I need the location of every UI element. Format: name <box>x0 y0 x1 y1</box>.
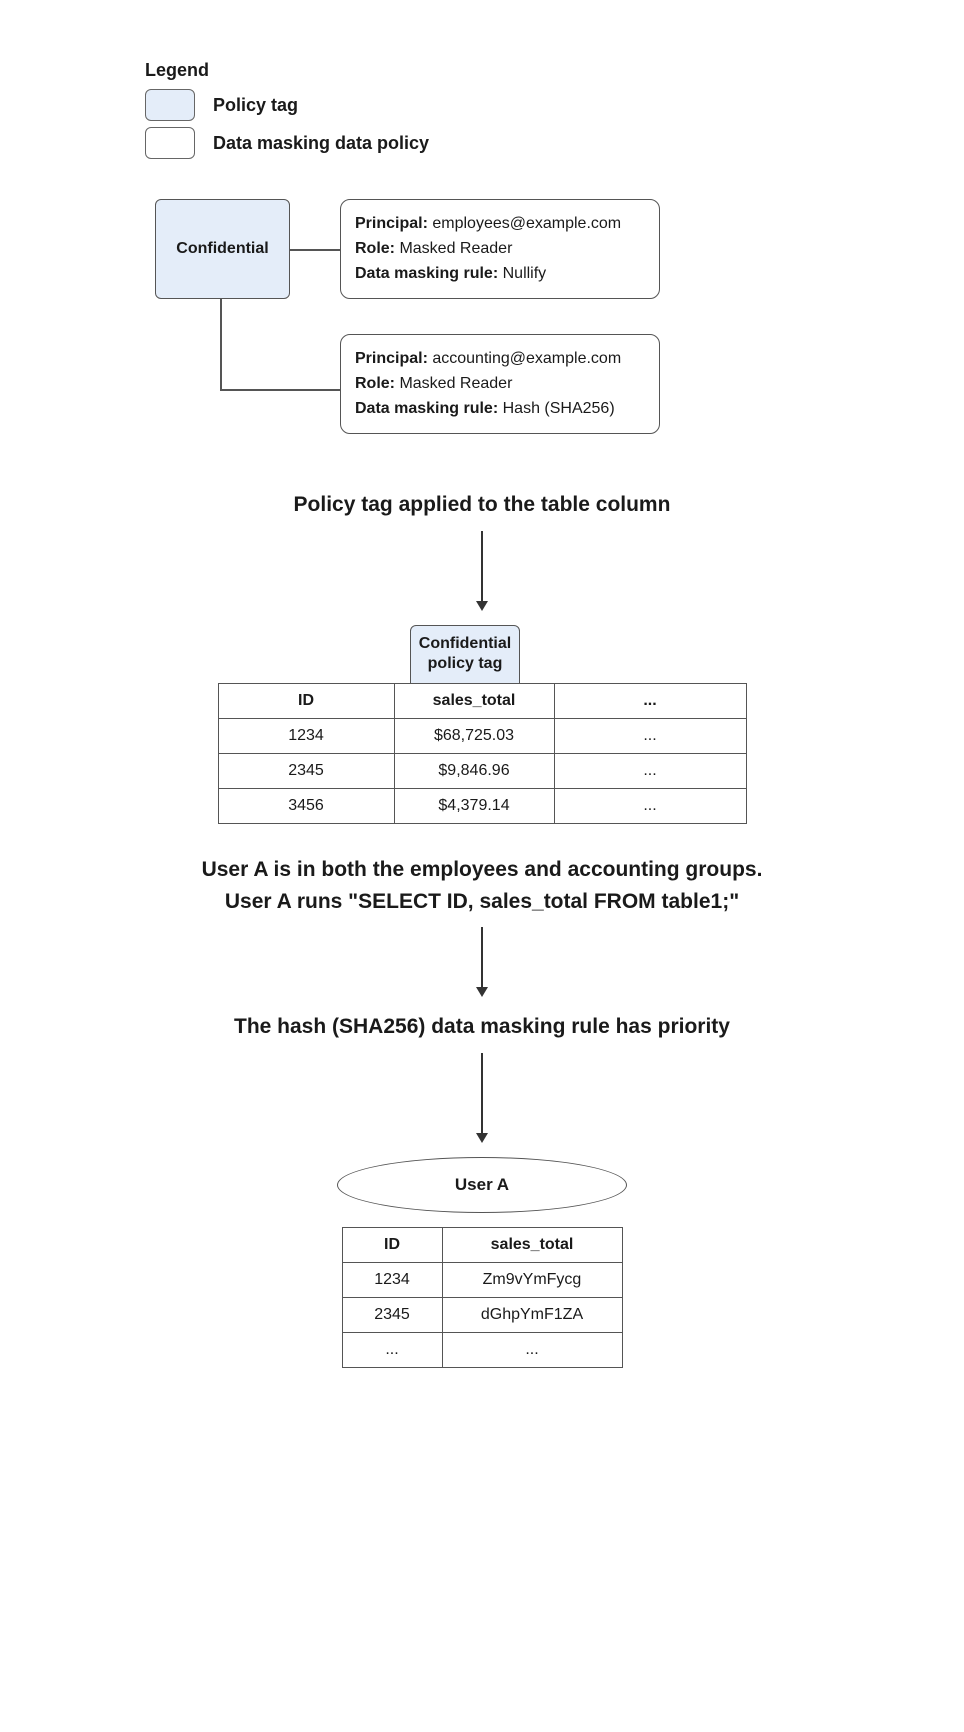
column-header: sales_total <box>442 1227 622 1262</box>
legend-label-policy-tag: Policy tag <box>213 95 298 116</box>
role-label: Role: <box>355 375 395 392</box>
rule-label: Data masking rule: <box>355 400 498 417</box>
principal-label: Principal: <box>355 215 428 232</box>
arrow-shaft-icon <box>481 927 483 987</box>
table-cell: 2345 <box>342 1297 442 1332</box>
arrow-shaft-icon <box>481 1053 483 1133</box>
table-cell: $4,379.14 <box>394 789 554 824</box>
role-label: Role: <box>355 240 395 257</box>
tag-line1: Confidential <box>419 635 511 652</box>
table-cell: dGhpYmF1ZA <box>442 1297 622 1332</box>
table-row: 3456 $4,379.14 ... <box>218 789 746 824</box>
tag-line2: policy tag <box>428 655 503 672</box>
table-header-row: ID sales_total <box>342 1227 622 1262</box>
table-row: 1234 Zm9vYmFycg <box>342 1262 622 1297</box>
original-table-wrap: ID sales_total ... 1234 $68,725.03 ... 2… <box>0 683 964 824</box>
table-cell: ... <box>554 754 746 789</box>
legend-swatch-white <box>145 127 195 159</box>
result-table-wrap: ID sales_total 1234 Zm9vYmFycg 2345 dGhp… <box>0 1227 964 1368</box>
principal-value: accounting@example.com <box>432 350 621 367</box>
arrow-head-icon <box>476 987 488 997</box>
legend-title: Legend <box>145 60 964 81</box>
connector-line <box>220 299 222 389</box>
table-row: 2345 dGhpYmF1ZA <box>342 1297 622 1332</box>
arrow-head-icon <box>476 601 488 611</box>
principal-value: employees@example.com <box>432 215 621 232</box>
original-table: ID sales_total ... 1234 $68,725.03 ... 2… <box>218 683 747 824</box>
user-a-oval: User A <box>337 1157 627 1213</box>
data-policy-accounting: Principal: accounting@example.com Role: … <box>340 334 660 434</box>
heading-user-line1: User A is in both the employees and acco… <box>202 858 763 881</box>
role-value: Masked Reader <box>399 240 512 257</box>
column-confidential-tag: Confidential policy tag <box>410 625 520 685</box>
legend-swatch-blue <box>145 89 195 121</box>
table-cell: ... <box>554 789 746 824</box>
diagram-container: Legend Policy tag Data masking data poli… <box>0 60 964 1368</box>
table-cell: 1234 <box>218 719 394 754</box>
table-row: 1234 $68,725.03 ... <box>218 719 746 754</box>
rule-value: Hash (SHA256) <box>503 400 615 417</box>
arrow-down <box>0 927 964 997</box>
arrow-down <box>0 1053 964 1143</box>
arrow-head-icon <box>476 1133 488 1143</box>
table-cell: Zm9vYmFycg <box>442 1262 622 1297</box>
legend-row-masking-policy: Data masking data policy <box>145 127 964 159</box>
legend-label-masking-policy: Data masking data policy <box>213 133 429 154</box>
legend: Legend Policy tag Data masking data poli… <box>145 60 964 159</box>
table-cell: $9,846.96 <box>394 754 554 789</box>
arrow-shaft-icon <box>481 531 483 601</box>
rule-value: Nullify <box>503 265 547 282</box>
column-tag-wrap: Confidential policy tag <box>0 625 964 684</box>
column-header: ID <box>218 684 394 719</box>
table-row: 2345 $9,846.96 ... <box>218 754 746 789</box>
heading-user-line2: User A runs "SELECT ID, sales_total FROM… <box>225 890 739 913</box>
column-header: sales_total <box>394 684 554 719</box>
column-header: ... <box>554 684 746 719</box>
table-cell: 2345 <box>218 754 394 789</box>
role-value: Masked Reader <box>399 375 512 392</box>
table-cell: ... <box>442 1332 622 1367</box>
heading-policy-applied: Policy tag applied to the table column <box>80 489 884 521</box>
user-oval-wrap: User A <box>0 1157 964 1213</box>
rule-label: Data masking rule: <box>355 265 498 282</box>
principal-label: Principal: <box>355 350 428 367</box>
arrow-down <box>0 531 964 611</box>
data-policy-employees: Principal: employees@example.com Role: M… <box>340 199 660 299</box>
legend-row-policy-tag: Policy tag <box>145 89 964 121</box>
table-cell: ... <box>554 719 746 754</box>
connector-line <box>220 389 340 391</box>
table-cell: ... <box>342 1332 442 1367</box>
table-cell: $68,725.03 <box>394 719 554 754</box>
table-header-row: ID sales_total ... <box>218 684 746 719</box>
table-cell: 3456 <box>218 789 394 824</box>
confidential-tag-box: Confidential <box>155 199 290 299</box>
result-table: ID sales_total 1234 Zm9vYmFycg 2345 dGhp… <box>342 1227 623 1368</box>
table-row: ... ... <box>342 1332 622 1367</box>
column-header: ID <box>342 1227 442 1262</box>
heading-priority: The hash (SHA256) data masking rule has … <box>80 1011 884 1043</box>
table-cell: 1234 <box>342 1262 442 1297</box>
connector-line <box>290 249 340 251</box>
heading-user-context: User A is in both the employees and acco… <box>80 854 884 917</box>
policy-section: Confidential Principal: employees@exampl… <box>155 199 964 459</box>
